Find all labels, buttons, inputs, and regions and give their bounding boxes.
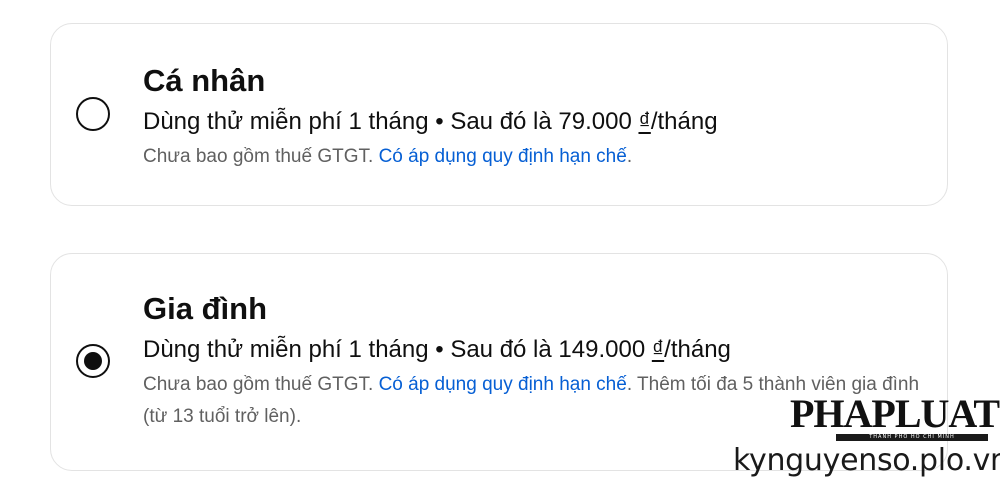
- currency-symbol: ₫: [651, 336, 665, 363]
- watermark-logo: PHAPLUAT THÀNH PHỐ HỒ CHÍ MINH: [790, 392, 1000, 442]
- watermark-url: kynguyenso.plo.vn: [733, 443, 1000, 478]
- price-text: Dùng thử miễn phí 1 tháng • Sau đó là 79…: [143, 108, 639, 135]
- tax-note: Chưa bao gồm thuế GTGT.: [143, 374, 379, 395]
- tax-note: Chưa bao gồm thuế GTGT.: [143, 146, 379, 167]
- plan-card-individual[interactable]: Cá nhân Dùng thử miễn phí 1 tháng • Sau …: [50, 23, 948, 206]
- price-text: Dùng thử miễn phí 1 tháng • Sau đó là 14…: [143, 336, 652, 363]
- watermark-logo-text: PHAPLUAT: [790, 391, 1000, 436]
- plan-title: Cá nhân: [143, 63, 266, 98]
- radio-selected-dot: [83, 351, 102, 370]
- price-period: /tháng: [650, 108, 718, 135]
- plan-note: Chưa bao gồm thuế GTGT. Có áp dụng quy đ…: [143, 141, 923, 173]
- plan-price: Dùng thử miễn phí 1 tháng • Sau đó là 79…: [143, 105, 923, 139]
- watermark-logo-subtitle: THÀNH PHỐ HỒ CHÍ MINH: [836, 434, 988, 441]
- radio-button-family[interactable]: [76, 344, 110, 378]
- note-tail: .: [626, 146, 633, 167]
- plan-content-individual: Cá nhân Dùng thử miễn phí 1 tháng • Sau …: [143, 62, 923, 173]
- plan-title: Gia đình: [143, 291, 267, 326]
- price-period: /tháng: [664, 336, 731, 363]
- restrictions-link[interactable]: Có áp dụng quy định hạn chế: [379, 374, 627, 395]
- plan-price: Dùng thử miễn phí 1 tháng • Sau đó là 14…: [143, 333, 923, 367]
- restrictions-link[interactable]: Có áp dụng quy định hạn chế: [379, 146, 627, 167]
- currency-symbol: ₫: [638, 108, 651, 135]
- radio-button-individual[interactable]: [76, 97, 110, 131]
